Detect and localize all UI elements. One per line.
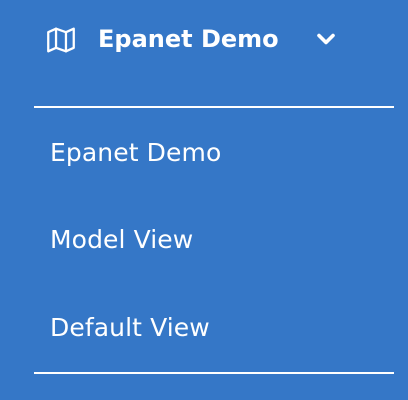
map-icon: [44, 23, 78, 57]
menu-item-default-view[interactable]: Default View: [0, 284, 408, 372]
project-menu: Epanet Demo Model View Default View: [0, 108, 408, 372]
menu-divider-bottom: [34, 372, 394, 374]
project-title: Epanet Demo: [98, 25, 279, 53]
menu-item-epanet-demo[interactable]: Epanet Demo: [0, 108, 408, 196]
chevron-down-icon: [314, 27, 338, 51]
menu-item-model-view[interactable]: Model View: [0, 196, 408, 284]
project-dropdown-toggle[interactable]: Epanet Demo: [0, 0, 408, 82]
